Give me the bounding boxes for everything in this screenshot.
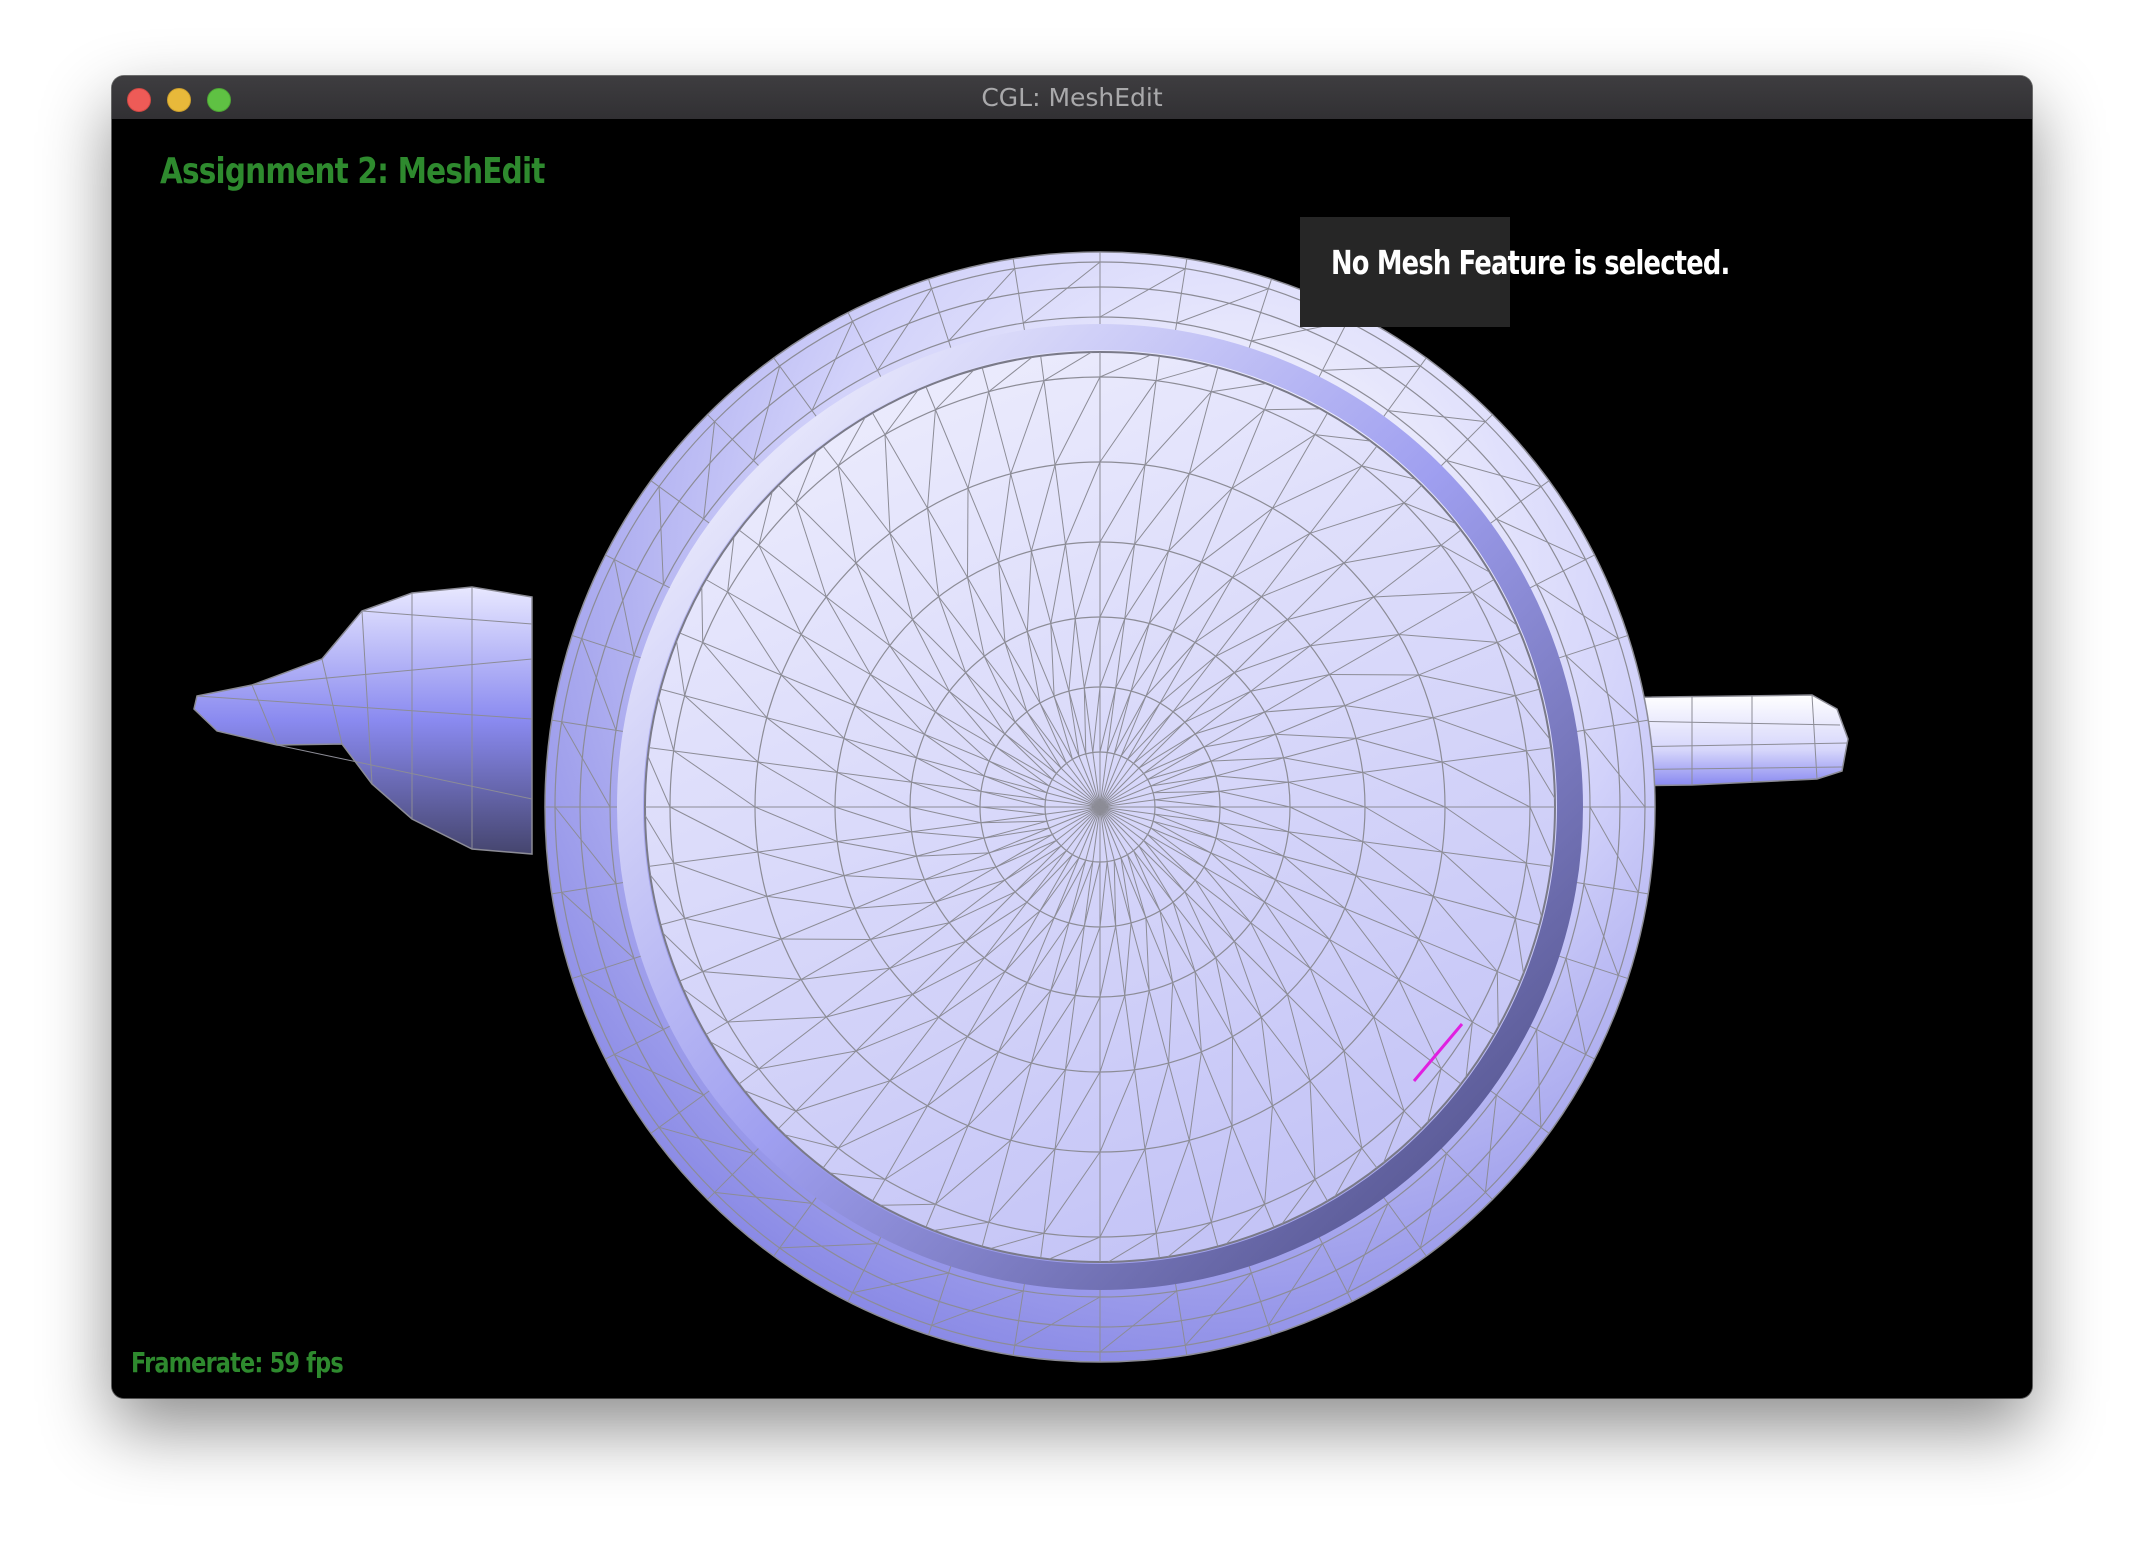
- mesh-viewport[interactable]: Assignment 2: MeshEdit No Mesh Feature i…: [112, 119, 2032, 1398]
- selection-status: No Mesh Feature is selected.: [1331, 243, 1730, 282]
- window-title: CGL: MeshEdit: [981, 83, 1163, 112]
- assignment-title: Assignment 2: MeshEdit: [160, 151, 545, 192]
- title-bar[interactable]: CGL: MeshEdit: [112, 76, 2032, 120]
- teapot-mesh[interactable]: [112, 119, 2032, 1398]
- spout: [193, 586, 533, 855]
- app-window: CGL: MeshEdit Assignment 2: MeshEdit No …: [112, 76, 2032, 1398]
- framerate-readout: Framerate: 59 fps: [131, 1346, 344, 1379]
